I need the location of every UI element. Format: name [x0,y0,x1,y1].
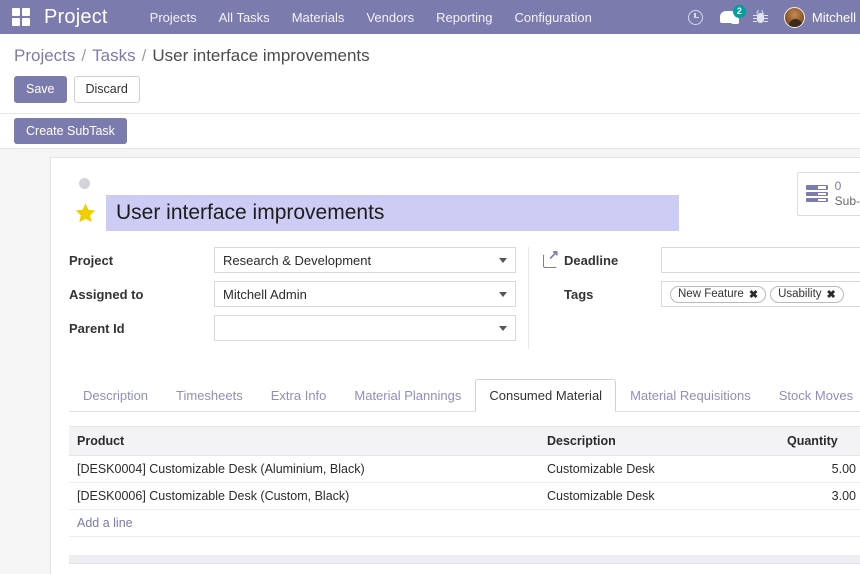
field-parent-id-label: Parent Id [69,320,125,336]
main-menu: Projects All Tasks Materials Vendors Rep… [150,10,592,25]
consumed-material-list: Product Description Quantity Unit [DESK0… [69,426,860,564]
breadcrumb-tasks[interactable]: Tasks [92,46,135,66]
secondary-action-bar: Create SubTask [0,114,860,148]
table-header-row: Product Description Quantity Unit [69,426,860,456]
assigned-to-select[interactable]: Mitchell Admin [214,281,516,307]
user-name-label: Mitchell [811,9,856,25]
menu-item-vendors[interactable]: Vendors [366,10,414,25]
task-title-input[interactable] [106,195,679,231]
form-fields: Project Research & Development Assigned … [69,247,860,349]
assigned-to-value: Mitchell Admin [223,286,307,302]
subtasks-stat-button[interactable]: 0 Sub-ta [796,172,860,216]
table-footer-strip [69,555,860,564]
parent-id-select[interactable] [214,315,516,341]
record-action-buttons: Save Discard [0,66,860,113]
project-value: Research & Development [223,252,372,268]
form-sheet: 0 Sub-ta Project Research & Development [50,157,860,574]
project-select[interactable]: Research & Development [214,247,516,273]
tab-material-requisitions[interactable]: Material Requisitions [616,379,765,412]
column-header-quantity[interactable]: Quantity [779,426,860,456]
chat-bubble-icon[interactable]: 2 [719,5,746,24]
user-menu[interactable]: Mitchell [783,6,856,28]
remove-tag-icon[interactable]: ✖ [749,288,758,301]
form-column-left: Project Research & Development Assigned … [69,247,529,349]
column-header-product[interactable]: Product [69,426,539,456]
field-assigned-to: Assigned to Mitchell Admin [69,281,516,307]
deadline-label-text: Deadline [564,252,619,268]
cell-quantity[interactable]: 5.00 [779,455,860,483]
kanban-state-dot[interactable] [79,178,90,189]
breadcrumb-current: User interface improvements [152,46,370,65]
menu-item-all-tasks[interactable]: All Tasks [219,10,270,25]
field-project-label: Project [69,252,114,268]
tags-input[interactable]: New Feature ✖ Usability ✖ [661,281,860,307]
table-row[interactable]: [DESK0006] Customizable Desk (Custom, Bl… [69,482,860,510]
consumed-material-table: Product Description Quantity Unit [DESK0… [69,426,860,537]
tab-material-plannings[interactable]: Material Plannings [340,379,475,412]
tag-usability[interactable]: Usability ✖ [770,285,844,303]
create-subtask-button[interactable]: Create SubTask [14,118,127,144]
tag-label: New Feature [678,288,744,300]
breadcrumb: Projects / Tasks / User interface improv… [0,46,860,66]
deadline-input[interactable] [661,247,860,273]
field-assigned-to-label: Assigned to [69,286,144,302]
cell-description[interactable]: Customizable Desk [539,455,779,483]
remove-tag-icon[interactable]: ✖ [827,288,836,301]
subtasks-label: Sub-ta [834,193,860,208]
tag-label: Usability [778,288,822,300]
chevron-down-icon [499,258,507,263]
breadcrumb-projects[interactable]: Projects [14,46,75,66]
field-tags: Tags New Feature ✖ Usability ✖ [543,281,860,307]
breadcrumb-separator-2: / [141,46,147,65]
clock-icon[interactable] [687,9,703,25]
chat-counter-badge: 2 [732,5,746,18]
chevron-down-icon [499,292,507,297]
add-a-line-row[interactable]: Add a line [69,509,860,537]
notebook-tabs: Description Timesheets Extra Info Materi… [69,379,860,412]
star-icon[interactable] [74,202,97,224]
field-deadline-label: Deadline [543,248,661,268]
cell-product[interactable]: [DESK0006] Customizable Desk (Custom, Bl… [69,482,539,510]
tab-description[interactable]: Description [69,379,162,412]
form-column-right: Deadline Tags New Feature ✖ Usabi [529,247,860,349]
add-a-line-link[interactable]: Add a line [77,516,133,530]
subtasks-count: 0 [834,179,842,193]
field-parent-id: Parent Id [69,315,516,341]
navbar-systray: 2 Mitchell [687,0,860,34]
field-project: Project Research & Development [69,247,516,273]
field-deadline: Deadline [543,247,860,273]
form-view-background: 0 Sub-ta Project Research & Development [0,149,860,574]
menu-item-materials[interactable]: Materials [292,10,345,25]
menu-item-configuration[interactable]: Configuration [515,10,592,25]
table-row[interactable]: [DESK0004] Customizable Desk (Aluminium,… [69,455,860,483]
top-navbar: Project Projects All Tasks Materials Ven… [0,0,860,34]
external-link-icon[interactable] [543,248,559,268]
record-title-row [69,195,860,231]
save-button[interactable]: Save [14,76,67,103]
menu-item-reporting[interactable]: Reporting [436,10,492,25]
cell-quantity[interactable]: 3.00 [779,482,860,510]
tab-stock-moves[interactable]: Stock Moves [765,379,860,412]
app-brand-title[interactable]: Project [44,6,108,29]
cell-product[interactable]: [DESK0004] Customizable Desk (Aluminium,… [69,455,539,483]
tasks-list-icon [805,185,828,203]
tab-timesheets[interactable]: Timesheets [162,379,257,412]
bug-icon[interactable] [752,9,768,24]
discard-button[interactable]: Discard [73,76,140,103]
tag-new-feature[interactable]: New Feature ✖ [670,285,767,303]
tab-extra-info[interactable]: Extra Info [257,379,341,412]
tab-consumed-material[interactable]: Consumed Material [475,379,617,412]
apps-menu-icon[interactable] [12,8,30,26]
stat-button-box: 0 Sub-ta [796,172,860,216]
chevron-down-icon [499,326,507,331]
control-panel: Projects / Tasks / User interface improv… [0,34,860,149]
notebook: Description Timesheets Extra Info Materi… [69,379,860,564]
column-header-description[interactable]: Description [539,426,779,456]
menu-item-projects[interactable]: Projects [150,10,197,25]
cell-description[interactable]: Customizable Desk [539,482,779,510]
field-tags-label: Tags [564,286,594,302]
breadcrumb-separator-1: / [81,46,87,65]
avatar [783,6,805,28]
